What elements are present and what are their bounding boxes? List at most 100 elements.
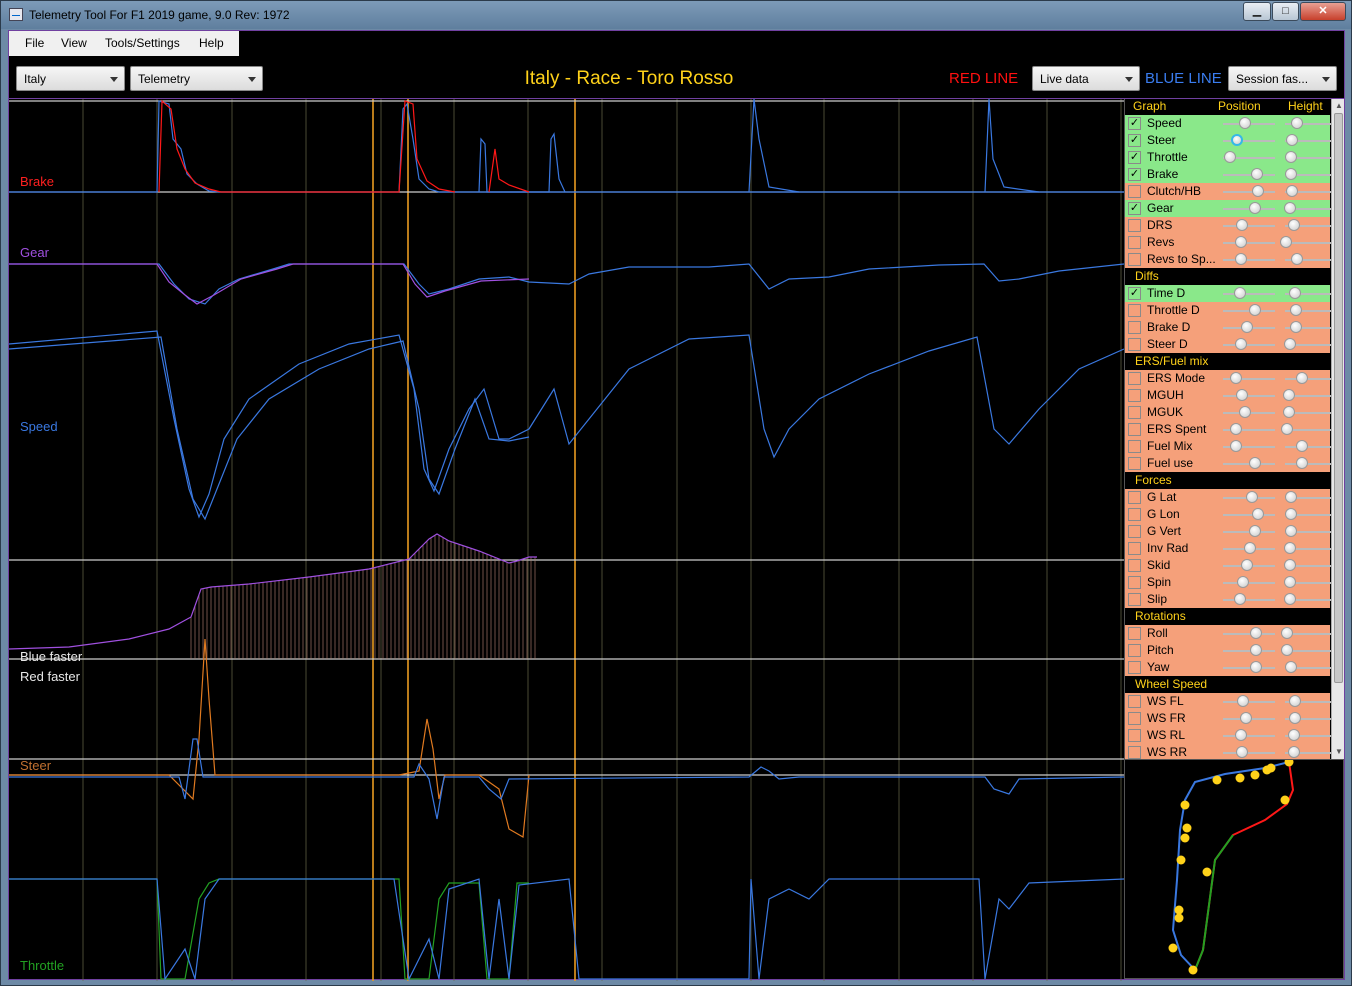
position-slider-thumb[interactable] xyxy=(1230,372,1242,384)
checkbox[interactable]: ✓ xyxy=(1128,134,1141,147)
track-minimap[interactable] xyxy=(1124,757,1344,979)
position-slider-thumb[interactable] xyxy=(1243,542,1256,554)
height-slider-thumb[interactable] xyxy=(1295,372,1308,384)
position-slider-thumb[interactable] xyxy=(1250,627,1262,639)
menu-file[interactable]: File xyxy=(25,36,44,50)
telemetry-graph[interactable]: Brake Gear Speed Blue faster Red faster … xyxy=(9,99,1124,981)
position-slider-thumb[interactable] xyxy=(1231,134,1243,146)
checkbox[interactable] xyxy=(1128,644,1141,657)
checkbox[interactable] xyxy=(1128,559,1141,572)
menu-view[interactable]: View xyxy=(61,36,87,50)
height-slider-thumb[interactable] xyxy=(1290,304,1303,316)
height-slider-thumb[interactable] xyxy=(1285,491,1298,503)
height-slider-track[interactable] xyxy=(1285,446,1331,448)
checkbox[interactable]: ✓ xyxy=(1128,151,1141,164)
height-slider-thumb[interactable] xyxy=(1288,695,1301,707)
checkbox[interactable] xyxy=(1128,729,1141,742)
checkbox[interactable] xyxy=(1128,457,1141,470)
checkbox[interactable] xyxy=(1128,423,1141,436)
checkbox[interactable] xyxy=(1128,372,1141,385)
position-slider-thumb[interactable] xyxy=(1235,253,1247,265)
position-slider-thumb[interactable] xyxy=(1251,168,1263,180)
height-slider-thumb[interactable] xyxy=(1282,389,1295,401)
checkbox[interactable] xyxy=(1128,542,1141,555)
position-slider-thumb[interactable] xyxy=(1235,236,1247,248)
position-slider-thumb[interactable] xyxy=(1246,491,1258,503)
position-slider-thumb[interactable] xyxy=(1250,644,1262,656)
checkbox[interactable] xyxy=(1128,185,1141,198)
position-slider-thumb[interactable] xyxy=(1223,151,1236,163)
height-slider-thumb[interactable] xyxy=(1295,457,1308,469)
telemetry-graph-canvas[interactable] xyxy=(9,99,1124,981)
blue-line-select[interactable]: Session fas... xyxy=(1228,66,1337,91)
height-slider-thumb[interactable] xyxy=(1285,151,1298,163)
height-slider-thumb[interactable] xyxy=(1283,202,1296,214)
scroll-down-icon[interactable]: ▼ xyxy=(1335,747,1343,756)
height-slider-thumb[interactable] xyxy=(1287,729,1300,741)
mode-select[interactable]: Telemetry xyxy=(130,66,263,91)
height-slider-thumb[interactable] xyxy=(1281,627,1294,639)
checkbox[interactable] xyxy=(1128,389,1141,402)
position-slider-thumb[interactable] xyxy=(1248,202,1261,214)
checkbox[interactable] xyxy=(1128,304,1141,317)
height-slider-thumb[interactable] xyxy=(1283,593,1296,605)
position-slider-thumb[interactable] xyxy=(1248,525,1261,537)
height-slider-thumb[interactable] xyxy=(1291,117,1304,129)
checkbox[interactable]: ✓ xyxy=(1128,287,1141,300)
track-select[interactable]: Italy xyxy=(16,66,125,91)
position-slider-thumb[interactable] xyxy=(1250,661,1262,673)
checkbox[interactable] xyxy=(1128,525,1141,538)
checkbox[interactable] xyxy=(1128,695,1141,708)
scrollbar-thumb[interactable] xyxy=(1334,113,1343,683)
checkbox[interactable]: ✓ xyxy=(1128,168,1141,181)
position-slider-thumb[interactable] xyxy=(1237,576,1249,588)
position-slider-track[interactable] xyxy=(1223,701,1275,703)
checkbox[interactable] xyxy=(1128,440,1141,453)
position-slider-thumb[interactable] xyxy=(1252,508,1264,520)
height-slider-thumb[interactable] xyxy=(1283,559,1296,571)
menu-tools-settings[interactable]: Tools/Settings xyxy=(105,36,180,50)
position-slider-thumb[interactable] xyxy=(1252,185,1264,197)
height-slider-thumb[interactable] xyxy=(1291,253,1304,265)
height-slider-thumb[interactable] xyxy=(1281,423,1294,435)
close-button[interactable]: ✕ xyxy=(1300,2,1346,21)
height-slider-thumb[interactable] xyxy=(1285,525,1298,537)
height-slider-thumb[interactable] xyxy=(1285,508,1298,520)
position-slider-thumb[interactable] xyxy=(1248,304,1261,316)
checkbox[interactable] xyxy=(1128,508,1141,521)
minimize-button[interactable]: ▁ xyxy=(1243,2,1271,21)
position-slider-track[interactable] xyxy=(1223,344,1275,346)
checkbox[interactable] xyxy=(1128,253,1141,266)
checkbox[interactable] xyxy=(1128,236,1141,249)
red-line-select[interactable]: Live data xyxy=(1032,66,1140,91)
position-slider-track[interactable] xyxy=(1223,191,1275,193)
position-slider-thumb[interactable] xyxy=(1236,746,1248,758)
panel-scrollbar[interactable]: ▲ ▼ xyxy=(1331,99,1344,759)
position-slider-thumb[interactable] xyxy=(1230,440,1242,452)
position-slider-thumb[interactable] xyxy=(1241,321,1253,333)
position-slider-thumb[interactable] xyxy=(1240,712,1252,724)
height-slider-thumb[interactable] xyxy=(1283,576,1296,588)
position-slider-track[interactable] xyxy=(1223,259,1275,261)
height-slider-thumb[interactable] xyxy=(1286,185,1299,197)
height-slider-thumb[interactable] xyxy=(1283,542,1296,554)
position-slider-track[interactable] xyxy=(1223,633,1275,635)
checkbox[interactable] xyxy=(1128,321,1141,334)
position-slider-track[interactable] xyxy=(1223,293,1275,295)
height-slider-thumb[interactable] xyxy=(1287,746,1300,758)
scroll-up-icon[interactable]: ▲ xyxy=(1335,101,1343,110)
position-slider-thumb[interactable] xyxy=(1235,338,1247,350)
position-slider-thumb[interactable] xyxy=(1236,389,1248,401)
height-slider-thumb[interactable] xyxy=(1286,134,1299,146)
checkbox[interactable] xyxy=(1128,576,1141,589)
position-slider-thumb[interactable] xyxy=(1230,423,1242,435)
height-slider-thumb[interactable] xyxy=(1280,236,1293,248)
menu-help[interactable]: Help xyxy=(199,36,224,50)
height-slider-thumb[interactable] xyxy=(1290,321,1303,333)
position-slider-thumb[interactable] xyxy=(1234,287,1246,299)
checkbox[interactable] xyxy=(1128,661,1141,674)
height-slider-thumb[interactable] xyxy=(1287,219,1300,231)
position-slider-track[interactable] xyxy=(1223,735,1275,737)
height-slider-thumb[interactable] xyxy=(1285,661,1298,673)
position-slider-thumb[interactable] xyxy=(1236,219,1248,231)
